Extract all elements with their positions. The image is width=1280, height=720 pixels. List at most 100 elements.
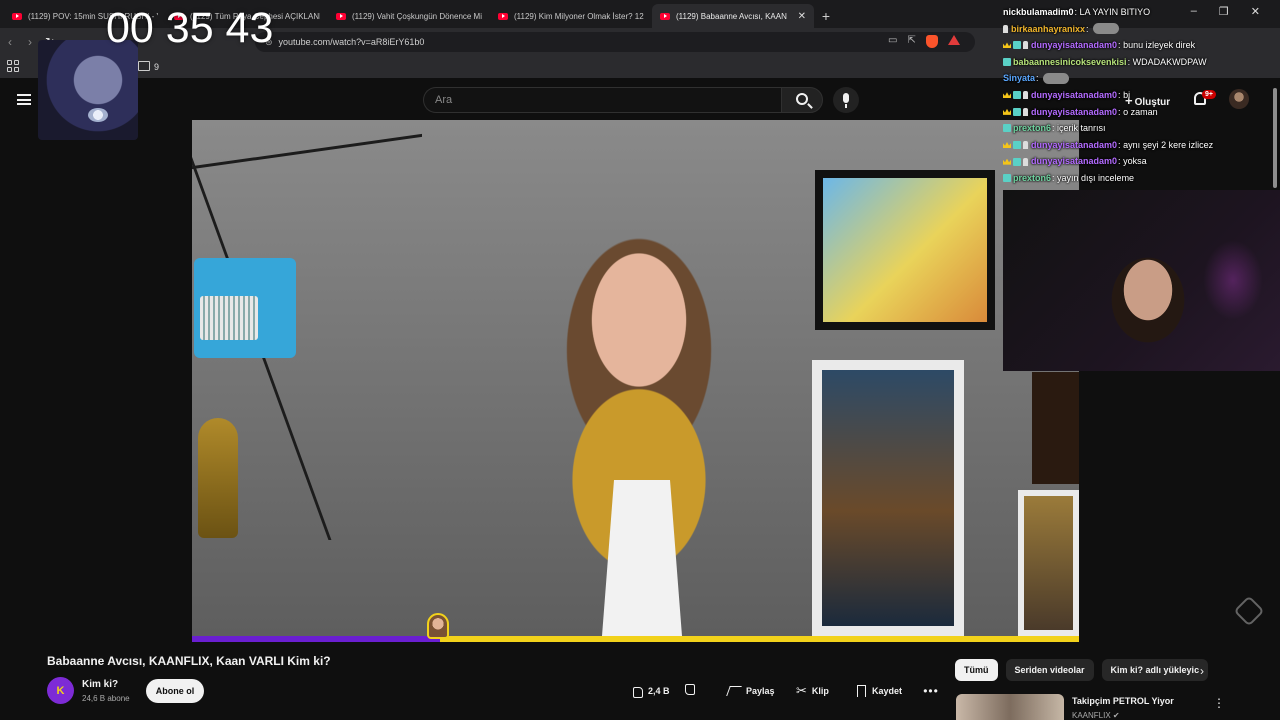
chat-username: prexton6 bbox=[1013, 172, 1052, 183]
chat-message: birkaanhayranixx: bbox=[1003, 21, 1280, 38]
share-arrow-icon bbox=[726, 686, 742, 696]
screen-cast-icon[interactable]: ▭ bbox=[888, 35, 897, 48]
mic-badge-icon bbox=[1023, 41, 1028, 50]
chat-text: o zaman bbox=[1123, 106, 1158, 117]
chips-next-arrow-icon[interactable]: › bbox=[1200, 664, 1204, 678]
save-button[interactable]: Kaydet bbox=[849, 679, 910, 703]
filter-chip[interactable]: Kim ki? adlı yükleyic bbox=[1101, 659, 1209, 681]
youtube-favicon-icon bbox=[12, 12, 22, 20]
related-video-thumbnail[interactable] bbox=[956, 694, 1064, 720]
bookmark-folder[interactable]: 9 bbox=[138, 61, 159, 72]
rewards-triangle-icon[interactable] bbox=[947, 35, 960, 45]
chat-message: prexton6: içerik tanrısı bbox=[1003, 120, 1280, 137]
channel-subscriber-count: 24,6 B abone bbox=[82, 694, 130, 703]
more-actions-icon[interactable]: ••• bbox=[920, 680, 942, 702]
chat-colon: : bbox=[1086, 23, 1092, 34]
chat-message: dunyayisatanadam0: yoksa bbox=[1003, 153, 1280, 170]
subscriber-badge-icon bbox=[1013, 107, 1021, 116]
search-icon bbox=[796, 93, 808, 105]
chat-username: dunyayisatanadam0 bbox=[1031, 40, 1118, 51]
chat-text: aynı şeyi 2 kere izlicez bbox=[1123, 139, 1214, 150]
chat-text: LA YAYIN BITIYO bbox=[1079, 7, 1151, 17]
like-button[interactable]: 2,4 B bbox=[622, 679, 678, 703]
share-button[interactable]: Paylaş bbox=[720, 679, 783, 703]
video-scene-painting bbox=[815, 170, 995, 330]
pigeon-sticker-overlay bbox=[38, 40, 138, 140]
chat-message: babaannesinicoksevenkisi: WDADAKWDPAW bbox=[1003, 54, 1280, 71]
chat-text: içerik tanrısı bbox=[1057, 123, 1106, 134]
mic-badge-icon bbox=[1023, 107, 1028, 116]
search-input[interactable]: Ara bbox=[423, 87, 781, 113]
forward-arrow-icon[interactable]: › bbox=[20, 35, 40, 49]
chat-message: prexton6: yayın dışı inceleme bbox=[1003, 170, 1280, 187]
close-tab-icon[interactable]: ✕ bbox=[794, 11, 806, 22]
chat-username: prexton6 bbox=[1013, 123, 1052, 134]
channel-watermark-icon[interactable] bbox=[1233, 595, 1265, 627]
chat-scrollbar[interactable] bbox=[1272, 84, 1278, 188]
chat-username: dunyayisatanadam0 bbox=[1031, 106, 1118, 117]
share-label: Paylaş bbox=[746, 686, 775, 696]
address-url: youtube.com/watch?v=aR8iErY61b0 bbox=[278, 37, 425, 47]
dislike-button[interactable] bbox=[678, 679, 706, 703]
more-actions-wrap: ••• bbox=[920, 679, 942, 703]
related-video-title[interactable]: Takipçim PETROL Yiyor bbox=[1072, 696, 1174, 706]
share-page-icon[interactable]: ⇱ bbox=[907, 35, 915, 48]
chat-username: Sinyata bbox=[1003, 73, 1036, 84]
youtube-favicon-icon bbox=[498, 12, 508, 20]
chat-emote-icon bbox=[1093, 23, 1120, 35]
chat-username: nickbulamadim0 bbox=[1003, 7, 1074, 17]
browser-tab[interactable]: (1129) Vahit Çoşkungün Dönence Mi bbox=[328, 4, 490, 28]
youtube-favicon-icon bbox=[660, 12, 670, 20]
subscriber-badge-icon bbox=[1013, 141, 1021, 150]
chat-text: yoksa bbox=[1123, 156, 1147, 167]
clip-label: Klip bbox=[811, 686, 829, 696]
youtube-favicon-icon bbox=[336, 12, 346, 20]
address-bar[interactable]: ⊜ youtube.com/watch?v=aR8iErY61b0 bbox=[255, 32, 975, 52]
browser-tab[interactable]: (1129) Babaanne Avcısı, KAAN ✕ bbox=[652, 4, 814, 28]
brave-shield-icon[interactable] bbox=[925, 35, 938, 48]
crown-badge-icon bbox=[1003, 142, 1011, 149]
share-button-wrap: Paylaş bbox=[720, 679, 783, 703]
browser-tab-title: (1129) Vahit Çoşkungün Dönence Mi bbox=[352, 11, 482, 21]
thumbs-down-icon bbox=[686, 685, 698, 697]
chat-username: dunyayisatanadam0 bbox=[1031, 156, 1118, 167]
subscribe-button[interactable]: Abone ol bbox=[146, 679, 204, 703]
bookmark-save-icon bbox=[857, 685, 866, 697]
video-scene-statue bbox=[198, 418, 238, 538]
filter-chip[interactable]: Tümü bbox=[955, 659, 998, 681]
video-player[interactable] bbox=[192, 120, 1079, 636]
mic-badge-icon bbox=[1023, 157, 1028, 166]
chat-username: babaannesinicoksevenkisi bbox=[1013, 56, 1127, 67]
verified-check-icon: ✔ bbox=[1112, 711, 1120, 720]
chat-username: dunyayisatanadam0 bbox=[1031, 139, 1118, 150]
address-bar-actions: ▭ ⇱ bbox=[888, 35, 960, 48]
related-more-options-icon[interactable]: ⋮ bbox=[1213, 696, 1225, 710]
video-scene-shelf bbox=[192, 133, 422, 170]
progress-scrubber-thumb[interactable] bbox=[427, 613, 449, 639]
chat-username: birkaanhayranixx bbox=[1011, 23, 1086, 34]
video-scene-person bbox=[602, 480, 682, 636]
filter-chip[interactable]: Seriden videolar bbox=[1005, 659, 1094, 681]
like-count: 2,4 B bbox=[648, 686, 670, 696]
clip-button[interactable]: ✂ Klip bbox=[788, 679, 837, 703]
crown-badge-icon bbox=[1003, 158, 1011, 165]
chat-message: dunyayisatanadam0: o zaman bbox=[1003, 104, 1280, 121]
chat-emote-icon bbox=[1043, 73, 1070, 85]
channel-avatar[interactable]: K bbox=[47, 677, 74, 704]
apps-grid-icon[interactable] bbox=[7, 60, 19, 72]
channel-name[interactable]: Kim ki? bbox=[82, 679, 118, 690]
menu-hamburger-icon[interactable] bbox=[17, 94, 31, 105]
video-scene-painting bbox=[812, 360, 964, 636]
search-button[interactable] bbox=[781, 87, 823, 113]
chat-text: bunu izleyek direk bbox=[1123, 40, 1196, 51]
chat-colon: : bbox=[1036, 73, 1042, 84]
browser-tab[interactable]: (1129) Kim Milyoner Olmak İster? 12 bbox=[490, 4, 652, 28]
voice-search-mic-icon[interactable] bbox=[833, 87, 859, 113]
related-filter-chips: Tümü Seriden videolar Kim ki? adlı yükleyi… bbox=[955, 659, 1209, 681]
new-tab-button[interactable]: + bbox=[814, 4, 838, 28]
crown-badge-icon bbox=[1003, 42, 1011, 49]
back-arrow-icon[interactable]: ‹ bbox=[0, 35, 20, 49]
streamer-webcam-overlay bbox=[1003, 190, 1280, 371]
video-progress-bar[interactable] bbox=[192, 636, 1079, 642]
clip-button-wrap: ✂ Klip bbox=[788, 679, 837, 703]
